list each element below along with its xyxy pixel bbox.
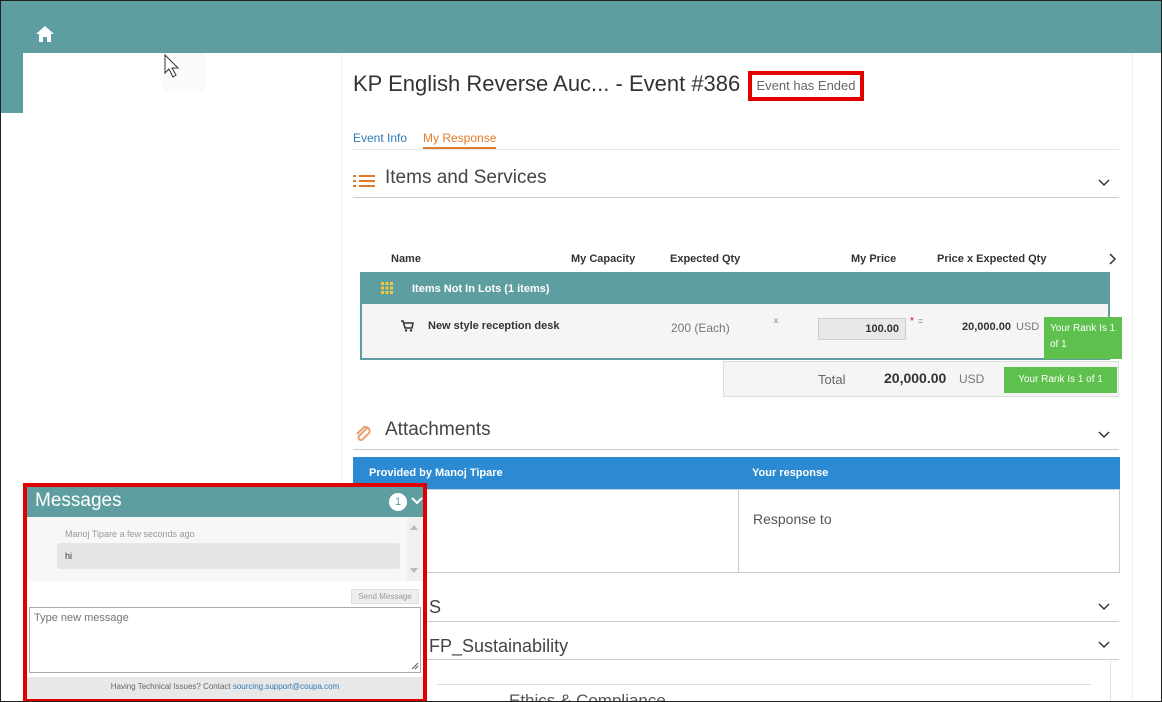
price-input[interactable]: 100.00: [818, 318, 906, 340]
side-accent-strip: [1, 53, 23, 113]
message-sender-time: Manoj Tipare a few seconds ago: [65, 529, 195, 539]
chevron-down-icon[interactable]: [1097, 637, 1111, 651]
support-email-link[interactable]: sourcing.support@coupa.com: [233, 682, 339, 691]
chevron-down-icon[interactable]: [1097, 427, 1111, 441]
event-status-badge: Event has Ended: [748, 71, 864, 101]
cursor-arrow-icon: [164, 53, 180, 78]
paperclip-icon: [356, 425, 371, 441]
list-icon: [353, 175, 375, 187]
chevron-down-icon[interactable]: [1097, 599, 1111, 613]
unread-count-badge: 1: [389, 493, 407, 511]
item-capacity: 200 (Each): [671, 321, 730, 335]
support-text: Having Technical Issues? Contact: [110, 682, 233, 691]
column-header-your-response: Your response: [752, 467, 829, 479]
total-label: Total: [818, 372, 846, 387]
top-navigation-bar: [1, 1, 1161, 53]
app-window: KP English Reverse Auc... - Event #386 E…: [0, 0, 1162, 702]
scroll-up-icon[interactable]: [409, 523, 419, 531]
items-table: Items Not In Lots (1 items) New style re…: [360, 272, 1110, 360]
section-4-title: FP_Sustainability: [429, 636, 569, 656]
scroll-down-icon[interactable]: [409, 567, 419, 575]
column-header-name: Name: [391, 253, 421, 265]
divider: [437, 684, 1091, 685]
message-list: Manoj Tipare a few seconds ago hi: [27, 517, 423, 581]
message-scrollbar[interactable]: [407, 517, 421, 581]
group-label: Items Not In Lots (1 items): [412, 283, 550, 295]
multiply-symbol: x: [774, 316, 778, 325]
attachments-table-body: Response to: [353, 489, 1120, 573]
message-bubble: hi: [57, 543, 400, 569]
subsection-title: Ethics & Compliance: [509, 691, 666, 702]
home-icon[interactable]: [35, 24, 55, 44]
column-header-provided-by: Provided by Manoj Tipare: [369, 467, 503, 479]
mouse-cursor: [163, 53, 205, 91]
attachments-section-header[interactable]: Attachments: [353, 419, 1119, 450]
equals-symbol: =: [918, 316, 924, 326]
table-row: New style reception desk 200 (Each) x 10…: [362, 304, 1108, 358]
item-line-total: 20,000.00: [962, 321, 1011, 333]
cart-icon: [401, 320, 414, 332]
total-currency: USD: [959, 372, 985, 386]
section-3-title: S: [429, 597, 442, 617]
support-footer: Having Technical Issues? Contact sourcin…: [27, 677, 423, 699]
chevron-right-icon[interactable]: [1108, 252, 1118, 266]
group-row[interactable]: Items Not In Lots (1 items): [362, 274, 1108, 304]
section-3-header[interactable]: [353, 591, 1119, 622]
messages-title: Messages: [35, 490, 122, 511]
item-rank-badge: Your Rank Is 1 of 1: [1044, 317, 1122, 359]
message-input[interactable]: [29, 607, 421, 673]
messages-header[interactable]: Messages 1: [27, 487, 423, 517]
section-title-attachments: Attachments: [385, 419, 491, 440]
message-text: hi: [65, 551, 73, 561]
column-header-expected-qty: Expected Qty: [670, 253, 741, 265]
tab-bar: Event Info My Response: [353, 131, 1119, 150]
section-title-items: Items and Services: [385, 167, 547, 188]
resize-grip-icon[interactable]: [411, 662, 419, 670]
response-text: Response to: [753, 511, 832, 527]
item-currency: USD: [1016, 321, 1040, 333]
column-header-my-capacity: My Capacity: [571, 253, 636, 265]
column-header-price-x-qty: Price x Expected Qty: [937, 253, 1047, 265]
required-marker: *: [910, 316, 914, 327]
grid-icon: [381, 282, 393, 294]
item-name: New style reception desk: [428, 320, 560, 332]
total-rank-badge: Your Rank Is 1 of 1: [1004, 367, 1117, 393]
tab-event-info[interactable]: Event Info: [353, 131, 407, 145]
chevron-down-icon[interactable]: [1097, 175, 1111, 189]
chevron-down-icon[interactable]: [411, 496, 423, 506]
send-message-button[interactable]: Send Message: [351, 589, 419, 604]
column-header-my-price: My Price: [851, 253, 897, 265]
page-title: KP English Reverse Auc... - Event #386: [353, 71, 741, 96]
items-services-section-header[interactable]: Items and Services: [353, 167, 1119, 198]
total-value: 20,000.00: [884, 370, 947, 386]
column-divider: [738, 490, 739, 572]
attachments-table-header: Provided by Manoj Tipare Your response: [353, 457, 1120, 489]
tab-my-response[interactable]: My Response: [423, 131, 497, 149]
messages-panel: Messages 1 Manoj Tipare a few seconds ag…: [23, 483, 427, 701]
